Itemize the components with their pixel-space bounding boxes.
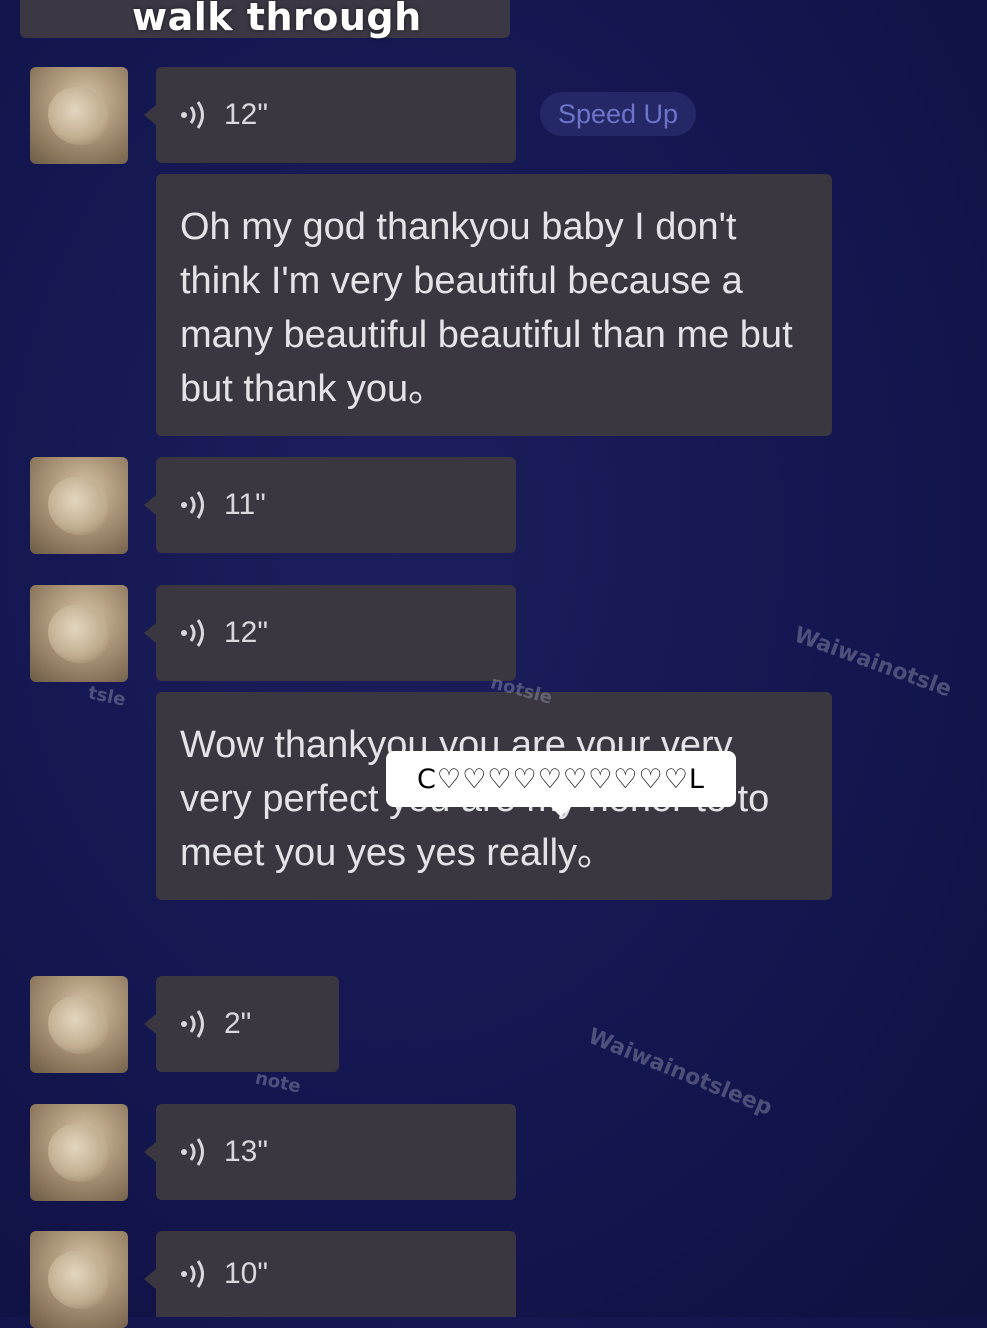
voice-duration: 12": [224, 616, 269, 649]
message-text: Oh my god thankyou baby I don't think I'…: [180, 206, 793, 410]
avatar[interactable]: [30, 585, 128, 682]
voice-wave-icon: [181, 1260, 204, 1288]
avatar[interactable]: [30, 457, 128, 554]
voice-message[interactable]: 12": [144, 67, 516, 163]
watermark: tsle: [86, 682, 128, 711]
avatar[interactable]: [30, 976, 128, 1073]
voice-duration: 13": [224, 1135, 269, 1168]
avatar[interactable]: [30, 1104, 128, 1201]
voice-duration: 10": [224, 1257, 269, 1290]
voice-wave-icon: [181, 619, 204, 647]
voice-message[interactable]: 12": [144, 585, 516, 681]
heart-sticker-popup: C♡♡♡♡♡♡♡♡♡♡L: [386, 751, 736, 817]
voice-duration: 11": [224, 488, 266, 521]
text-message[interactable]: Oh my god thankyou baby I don't think I'…: [156, 174, 832, 436]
video-caption: walk through: [132, 0, 422, 39]
speed-up-button[interactable]: Speed Up: [540, 92, 696, 136]
avatar[interactable]: [30, 1231, 128, 1328]
avatar[interactable]: [30, 67, 128, 164]
voice-message[interactable]: 2": [144, 976, 339, 1072]
voice-message[interactable]: 10": [144, 1231, 516, 1317]
voice-wave-icon: [181, 1010, 204, 1038]
voice-duration: 12": [224, 98, 269, 131]
voice-wave-icon: [181, 1138, 204, 1166]
voice-duration: 2": [224, 1007, 252, 1040]
voice-message[interactable]: 11": [144, 457, 516, 553]
voice-wave-icon: [181, 491, 204, 519]
voice-message[interactable]: 13": [144, 1104, 516, 1200]
watermark: Waiwainotsle: [790, 622, 955, 703]
watermark: Waiwainotsleep: [584, 1024, 776, 1121]
voice-wave-icon: [181, 101, 204, 129]
